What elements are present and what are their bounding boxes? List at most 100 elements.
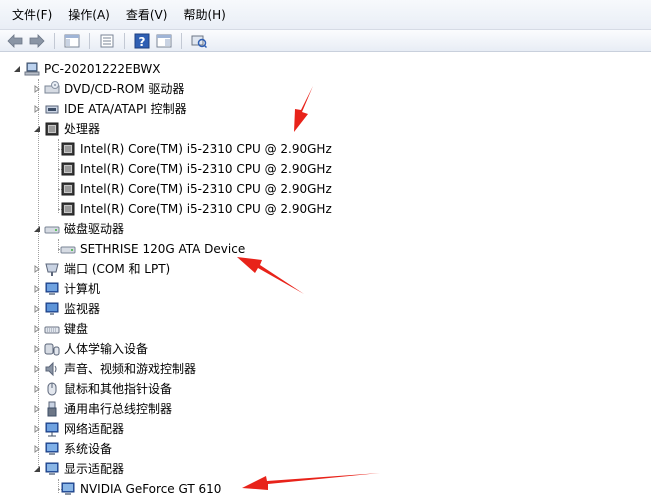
monitor-icon — [44, 301, 60, 317]
tree-item-label: 处理器 — [64, 122, 101, 136]
tree-item-label: Intel(R) Core(TM) i5-2310 CPU @ 2.90GHz — [80, 162, 332, 176]
ide-controller-icon — [44, 101, 60, 117]
tree-item-label: DVD/CD-ROM 驱动器 — [64, 82, 185, 96]
expand-triangle-icon[interactable] — [32, 444, 42, 454]
port-icon — [44, 261, 60, 277]
tree-root[interactable]: PC-20201222EBWX — [12, 59, 161, 79]
device-item[interactable]: SETHRISE 120G ATA Device — [48, 239, 245, 259]
keyboard-icon — [44, 321, 60, 337]
device-category[interactable]: 监视器 — [32, 299, 100, 319]
tree-item-label: NVIDIA GeForce GT 610 — [80, 482, 222, 495]
collapse-triangle-icon[interactable] — [32, 124, 42, 134]
tree-item-label: 声音、视频和游戏控制器 — [64, 362, 197, 376]
tree-item-label: Intel(R) Core(TM) i5-2310 CPU @ 2.90GHz — [80, 142, 332, 156]
device-item[interactable]: Intel(R) Core(TM) i5-2310 CPU @ 2.90GHz — [48, 179, 332, 199]
expander-spacer — [48, 144, 58, 154]
sound-icon — [44, 361, 60, 377]
device-category[interactable]: 系统设备 — [32, 439, 112, 459]
expand-triangle-icon[interactable] — [32, 424, 42, 434]
expand-triangle-icon[interactable] — [32, 404, 42, 414]
collapse-triangle-icon[interactable] — [12, 64, 22, 74]
tree-item-label: 计算机 — [64, 282, 101, 296]
system-devices-icon — [44, 441, 60, 457]
expand-triangle-icon[interactable] — [32, 344, 42, 354]
device-category[interactable]: 计算机 — [32, 279, 100, 299]
expand-triangle-icon[interactable] — [32, 324, 42, 334]
expand-triangle-icon[interactable] — [32, 304, 42, 314]
tree-item-label: 鼠标和其他指针设备 — [64, 382, 173, 396]
svg-text:?: ? — [139, 35, 146, 49]
processor-chip-icon — [60, 201, 76, 217]
device-category[interactable]: IDE ATA/ATAPI 控制器 — [32, 99, 187, 119]
device-item[interactable]: Intel(R) Core(TM) i5-2310 CPU @ 2.90GHz — [48, 139, 332, 159]
device-category[interactable]: 人体学输入设备 — [32, 339, 148, 359]
computer-icon — [24, 61, 40, 77]
device-category[interactable]: 网络适配器 — [32, 419, 124, 439]
device-category[interactable]: 显示适配器 — [32, 459, 124, 479]
expand-triangle-icon[interactable] — [32, 364, 42, 374]
tree-item-label: 系统设备 — [64, 442, 113, 456]
properties-icon[interactable] — [98, 32, 116, 50]
scan-hardware-icon[interactable] — [190, 32, 208, 50]
dvd-drive-icon — [44, 81, 60, 97]
device-category[interactable]: 鼠标和其他指针设备 — [32, 379, 172, 399]
tree-item-label: 人体学输入设备 — [64, 342, 149, 356]
expand-triangle-icon[interactable] — [32, 284, 42, 294]
menu-action[interactable]: 操作(A) — [60, 4, 118, 25]
expander-spacer — [48, 484, 58, 494]
expand-triangle-icon[interactable] — [32, 384, 42, 394]
device-category[interactable]: 处理器 — [32, 119, 100, 139]
processor-chip-icon — [60, 161, 76, 177]
device-category[interactable]: DVD/CD-ROM 驱动器 — [32, 79, 184, 99]
tree-item-label: 监视器 — [64, 302, 101, 316]
menu-help[interactable]: 帮助(H) — [175, 4, 233, 25]
menu-file[interactable]: 文件(F) — [4, 4, 60, 25]
tree-item-label: IDE ATA/ATAPI 控制器 — [64, 102, 187, 116]
toolbar: ? — [0, 30, 651, 52]
device-category[interactable]: 端口 (COM 和 LPT) — [32, 259, 170, 279]
mouse-icon — [44, 381, 60, 397]
device-category[interactable]: 磁盘驱动器 — [32, 219, 124, 239]
disk-drive-icon — [44, 221, 60, 237]
computer-name: PC-20201222EBWX — [44, 62, 161, 76]
menu-bar: 文件(F) 操作(A) 查看(V) 帮助(H) — [0, 0, 651, 30]
tree-item-label: Intel(R) Core(TM) i5-2310 CPU @ 2.90GHz — [80, 182, 332, 196]
collapse-triangle-icon[interactable] — [32, 224, 42, 234]
expand-triangle-icon[interactable] — [32, 264, 42, 274]
computer-category-icon — [44, 281, 60, 297]
expand-triangle-icon[interactable] — [32, 104, 42, 114]
console-tree-icon[interactable] — [63, 32, 81, 50]
usb-icon — [44, 401, 60, 417]
toolbar-separator — [124, 32, 125, 49]
processor-icon — [44, 121, 60, 137]
device-item[interactable]: Intel(R) Core(TM) i5-2310 CPU @ 2.90GHz — [48, 159, 332, 179]
expander-spacer — [48, 244, 58, 254]
disk-drive-icon — [60, 241, 76, 257]
device-item[interactable]: Intel(R) Core(TM) i5-2310 CPU @ 2.90GHz — [48, 199, 332, 219]
tree-item-label: 磁盘驱动器 — [64, 222, 125, 236]
tree-item-label: SETHRISE 120G ATA Device — [80, 242, 246, 256]
tree-item-label: 端口 (COM 和 LPT) — [64, 262, 171, 276]
toolbar-separator — [54, 32, 55, 49]
menu-view[interactable]: 查看(V) — [118, 4, 176, 25]
device-item[interactable]: NVIDIA GeForce GT 610 — [48, 479, 221, 495]
device-category[interactable]: 键盘 — [32, 319, 88, 339]
expander-spacer — [48, 184, 58, 194]
device-tree: PC-20201222EBWX DVD/CD-ROM 驱动器 IDE ATA/AT… — [0, 53, 651, 495]
toolbar-separator — [89, 32, 90, 49]
tree-item-label: Intel(R) Core(TM) i5-2310 CPU @ 2.90GHz — [80, 202, 332, 216]
help-icon[interactable]: ? — [133, 32, 151, 50]
collapse-triangle-icon[interactable] — [32, 464, 42, 474]
expand-triangle-icon[interactable] — [32, 84, 42, 94]
device-category[interactable]: 通用串行总线控制器 — [32, 399, 172, 419]
display-adapter-icon — [60, 481, 76, 495]
device-category[interactable]: 声音、视频和游戏控制器 — [32, 359, 196, 379]
tree-item-label: 显示适配器 — [64, 462, 125, 476]
hid-icon — [44, 341, 60, 357]
network-adapter-icon — [44, 421, 60, 437]
back-arrow-icon[interactable] — [6, 32, 24, 50]
display-adapter-icon — [44, 461, 60, 477]
forward-arrow-icon[interactable] — [28, 32, 46, 50]
show-hide-icon[interactable] — [155, 32, 173, 50]
processor-chip-icon — [60, 181, 76, 197]
